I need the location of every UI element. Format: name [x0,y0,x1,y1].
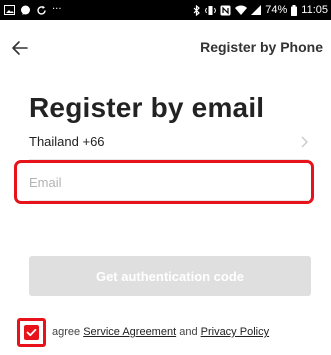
chevron-right-icon [301,136,308,148]
agreement-prefix: agree [52,326,81,338]
email-input[interactable] [29,169,305,195]
nfc-icon [220,5,231,15]
service-agreement-link[interactable]: Service Agreement [83,326,176,338]
battery-icon [291,4,298,16]
status-left-icons: ··· [4,3,62,17]
bluetooth-icon [193,4,201,16]
privacy-policy-link[interactable]: Privacy Policy [201,326,269,338]
clock: 11:05 [301,4,328,16]
signal-icon [251,5,262,15]
sync-icon [37,5,46,15]
agreement-and: and [179,326,198,338]
page-title: Register by email [29,92,265,123]
agreement-checkbox[interactable] [24,325,39,340]
battery-percent: 74% [265,4,288,16]
country-code-label: Thailand +66 [29,134,105,149]
email-divider [29,200,309,201]
status-bar: ··· 74% 11:05 [0,0,331,20]
arrow-left-icon[interactable] [8,36,32,60]
country-selector[interactable]: Thailand +66 [29,122,309,160]
message-icon [21,5,30,15]
agreement-text: agree Service Agreement and Privacy Poli… [52,326,269,338]
wifi-icon [235,5,248,15]
register-by-phone-link[interactable]: Register by Phone [200,39,323,55]
gallery-icon [4,5,15,15]
status-right-icons: 74% 11:05 [193,3,328,17]
more-notifications-icon: ··· [52,4,62,15]
checkmark-icon [26,328,37,337]
vibrate-icon [205,5,217,15]
email-field-highlight [14,160,314,204]
get-authentication-code-button[interactable]: Get authentication code [29,256,311,296]
